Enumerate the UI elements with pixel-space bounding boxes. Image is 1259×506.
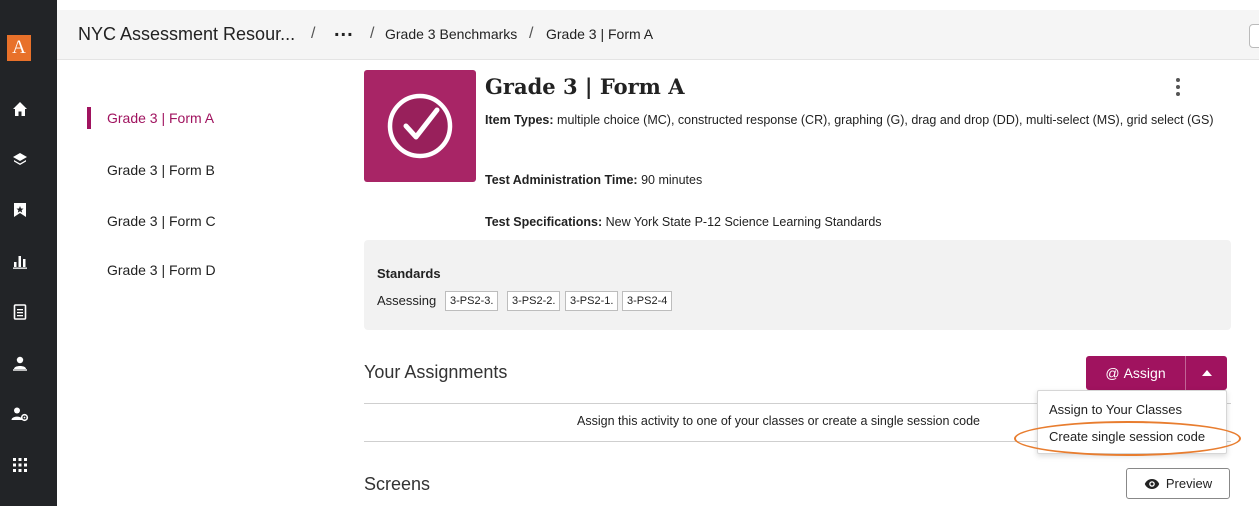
home-icon[interactable] <box>0 97 40 121</box>
app-rail: A <box>0 0 57 506</box>
assign-split-button: @ Assign <box>1086 356 1227 390</box>
reports-icon[interactable] <box>0 249 40 273</box>
test-specs-value: New York State P-12 Science Learning Sta… <box>605 215 882 229</box>
assignments-title: Your Assignments <box>364 362 508 382</box>
standards-panel: Standards Assessing 3-PS2-3. 3-PS2-2. 3-… <box>364 240 1231 330</box>
standards-title: Standards <box>377 266 441 281</box>
assign-button-label: Assign <box>1123 365 1166 381</box>
sidenav-item-form-a[interactable]: Grade 3 | Form A <box>107 110 214 126</box>
screens-title: Screens <box>364 474 431 494</box>
assessing-label: Assessing <box>377 293 437 308</box>
document-icon[interactable] <box>0 300 40 324</box>
menu-item-assign-classes[interactable]: Assign to Your Classes <box>1049 402 1182 417</box>
activity-thumbnail <box>364 70 476 182</box>
app-logo-letter: A <box>12 37 26 58</box>
standard-tag[interactable]: 3-PS2-1. <box>565 291 619 311</box>
active-indicator <box>87 107 91 129</box>
admin-time-value: 90 minutes <box>641 173 703 187</box>
breadcrumb: NYC Assessment Resour... / ... / Grade 3… <box>57 10 1259 60</box>
preview-button[interactable]: Preview <box>1126 468 1230 499</box>
sidenav-item-form-b[interactable]: Grade 3 | Form B <box>107 162 215 178</box>
breadcrumb-separator: / <box>529 25 534 42</box>
highlight-annotation <box>1014 421 1241 456</box>
breadcrumb-item-current: Grade 3 | Form A <box>546 26 654 42</box>
at-icon: @ <box>1105 365 1120 381</box>
test-specs-label: Test Specifications: <box>485 215 603 229</box>
test-specs: Test Specifications: New York State P-12… <box>485 213 882 232</box>
app-logo[interactable]: A <box>7 35 31 61</box>
admin-icon[interactable] <box>0 402 40 426</box>
standard-tag[interactable]: 3-PS2-3. <box>445 291 499 311</box>
more-options-icon[interactable] <box>1172 78 1184 100</box>
apps-icon[interactable] <box>0 453 40 477</box>
item-types-value: multiple choice (MC), constructed respon… <box>557 113 1214 127</box>
assign-button[interactable]: @ Assign <box>1086 356 1186 390</box>
standard-tag[interactable]: 3-PS2-2. <box>507 291 561 311</box>
checkmark-circle-icon <box>387 93 453 159</box>
topbar-edge-button[interactable] <box>1249 24 1259 48</box>
sidenav-item-form-c[interactable]: Grade 3 | Form C <box>107 213 216 229</box>
bookmark-icon[interactable] <box>0 198 40 222</box>
standard-tag[interactable]: 3-PS2-4 <box>622 291 673 311</box>
library-icon[interactable] <box>0 147 40 171</box>
breadcrumb-root[interactable]: NYC Assessment Resour... <box>78 24 295 45</box>
caret-up-icon <box>1201 370 1212 376</box>
admin-time-label: Test Administration Time: <box>485 173 638 187</box>
admin-time: Test Administration Time: 90 minutes <box>485 171 702 190</box>
breadcrumb-separator: / <box>370 25 375 42</box>
item-types: Item Types: multiple choice (MC), constr… <box>485 111 1215 130</box>
page-title: Grade 3 | Form A <box>485 74 685 99</box>
breadcrumb-ellipsis[interactable]: ... <box>334 19 354 42</box>
eye-icon <box>1144 478 1160 489</box>
item-types-label: Item Types: <box>485 113 554 127</box>
breadcrumb-separator: / <box>311 25 316 42</box>
preview-button-label: Preview <box>1165 476 1213 491</box>
assign-dropdown-toggle[interactable] <box>1186 356 1227 390</box>
sidenav-item-form-d[interactable]: Grade 3 | Form D <box>107 262 216 278</box>
classes-icon[interactable] <box>0 351 40 375</box>
breadcrumb-item-benchmarks[interactable]: Grade 3 Benchmarks <box>385 26 517 42</box>
